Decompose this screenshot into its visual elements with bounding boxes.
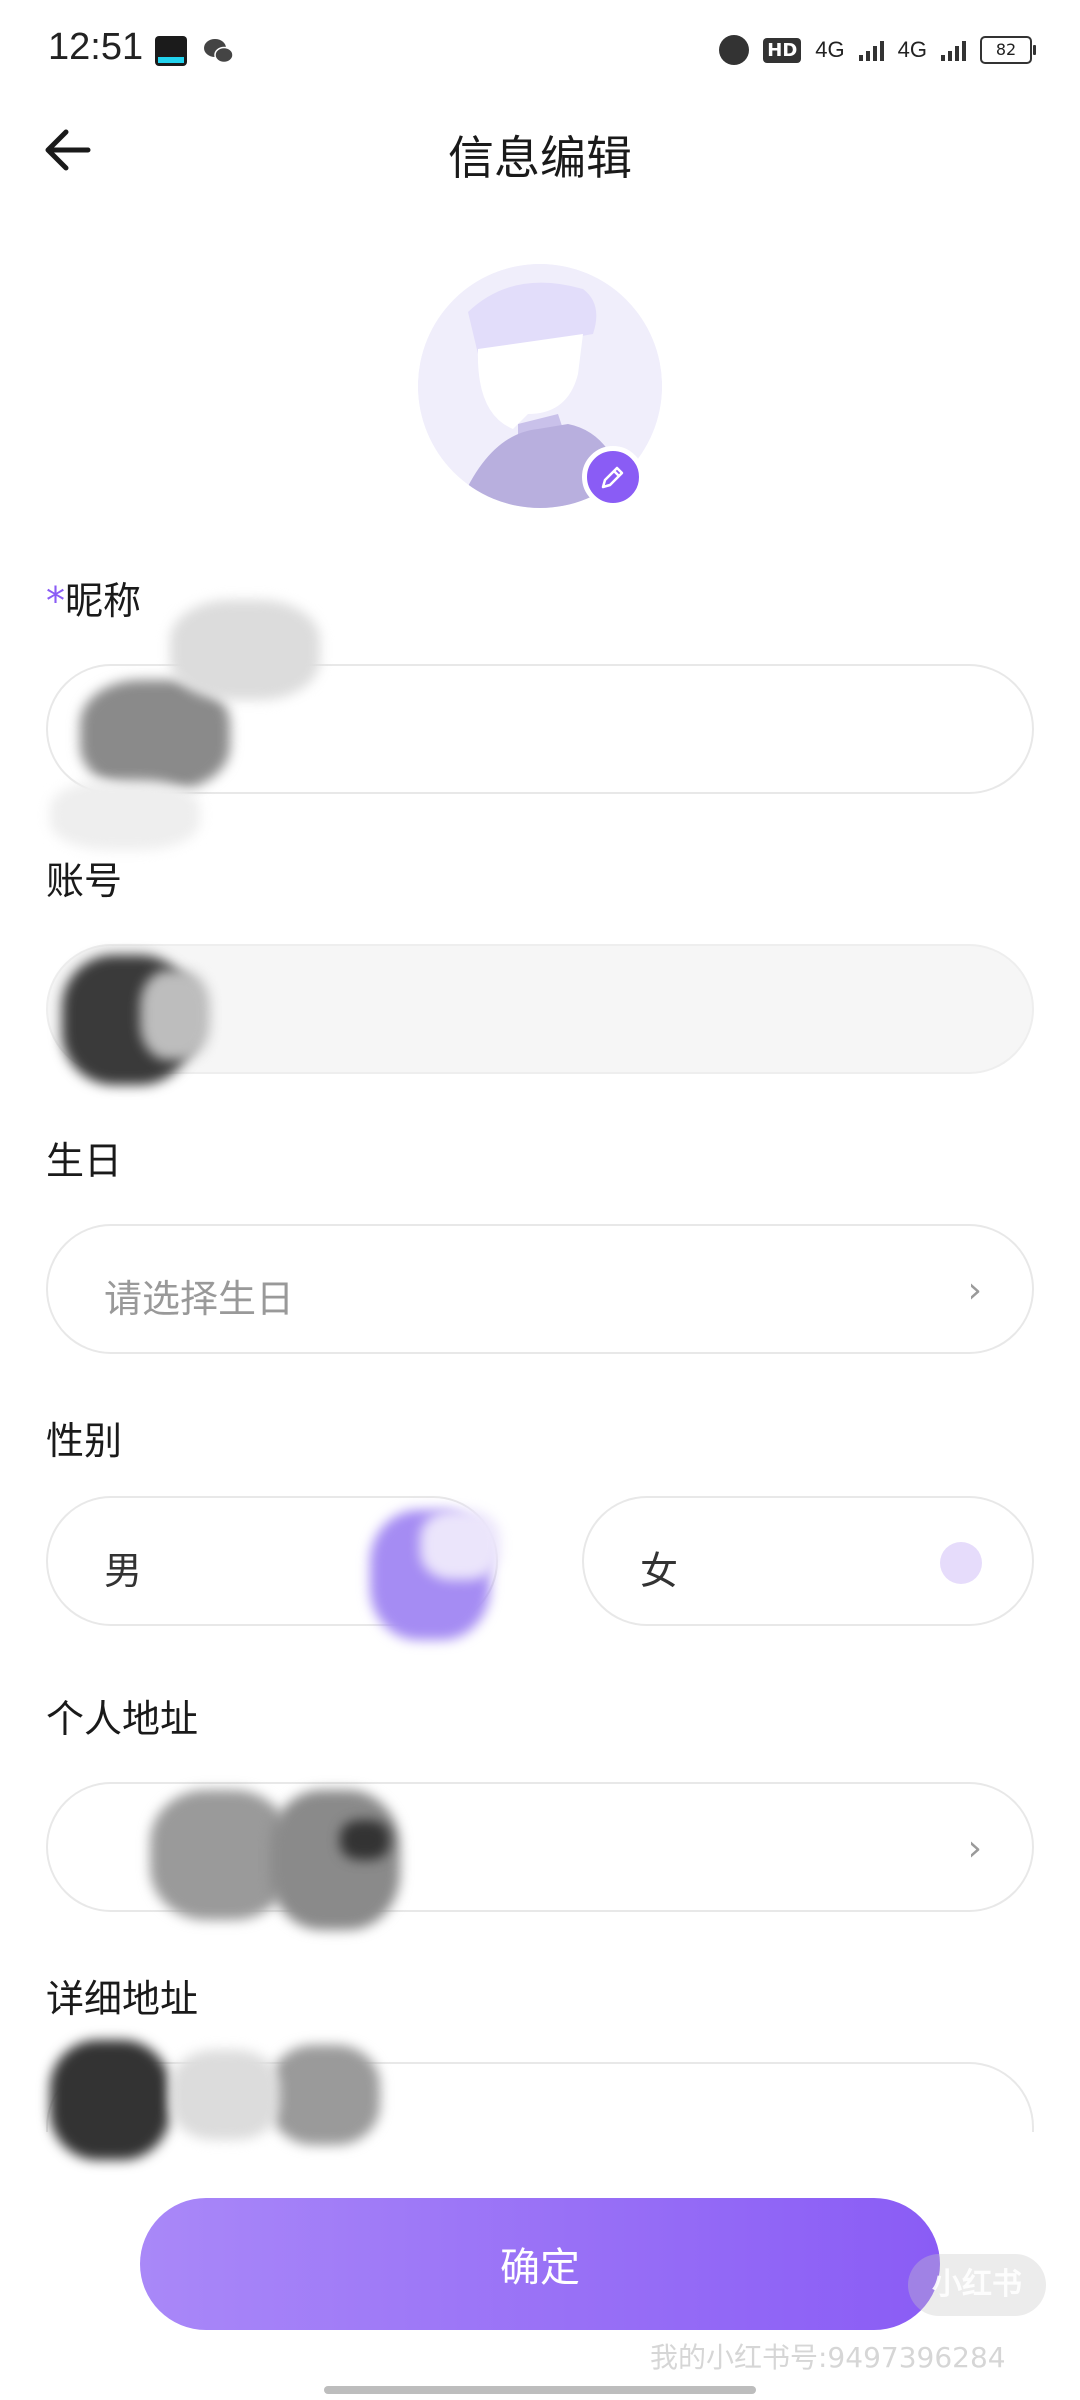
home-indicator[interactable]: [324, 2386, 756, 2394]
gender-option-female[interactable]: 女: [582, 1496, 1034, 1626]
battery-icon: 82: [980, 36, 1036, 64]
status-bar: 12:51 HD 4G 4G 82: [0, 0, 1080, 100]
chevron-right-icon: ›: [967, 1828, 982, 1869]
confirm-button[interactable]: 确定: [140, 2198, 940, 2330]
address-label: 个人地址: [46, 1697, 199, 1741]
redaction-scribble: [150, 1790, 290, 1920]
signal-icon-2: [941, 39, 966, 61]
redaction-scribble: [140, 970, 210, 1060]
redaction-scribble: [420, 1510, 500, 1580]
birthday-picker[interactable]: 请选择生日 ›: [46, 1224, 1034, 1354]
sim2-network-label: 4G: [897, 37, 927, 62]
pencil-icon: [601, 466, 624, 489]
redaction-scribble: [270, 1790, 400, 1930]
redaction-scribble: [50, 780, 200, 850]
chevron-right-icon: ›: [967, 1270, 982, 1311]
redaction-scribble: [270, 2045, 380, 2145]
app-notification-icon: [155, 36, 187, 66]
hd-badge: HD: [763, 37, 802, 63]
wechat-icon: [204, 39, 234, 64]
status-time: 12:51: [48, 26, 144, 68]
sim1-network-label: 4G: [815, 37, 845, 62]
redaction-scribble: [340, 1820, 390, 1860]
watermark-badge: 小红书: [908, 2254, 1046, 2316]
birthday-label: 生日: [46, 1139, 123, 1183]
gender-label: 性别: [46, 1419, 123, 1463]
signal-icon: [858, 39, 884, 61]
edit-avatar-button[interactable]: [582, 446, 644, 508]
page-title: 信息编辑: [448, 131, 632, 185]
watermark-text: 我的小红书号:9497396284: [650, 2341, 1006, 2374]
status-right: HD 4G 4G 82: [719, 30, 1036, 70]
redaction-scribble: [170, 2050, 280, 2140]
redaction-scribble: [170, 600, 320, 700]
account-label: 账号: [46, 859, 123, 903]
nickname-label: *昵称: [46, 579, 142, 623]
alarm-icon: [719, 35, 750, 65]
redaction-scribble: [50, 2040, 170, 2160]
radio-unselected-icon: [940, 1542, 982, 1584]
detail-address-label: 详细地址: [46, 1977, 199, 2021]
